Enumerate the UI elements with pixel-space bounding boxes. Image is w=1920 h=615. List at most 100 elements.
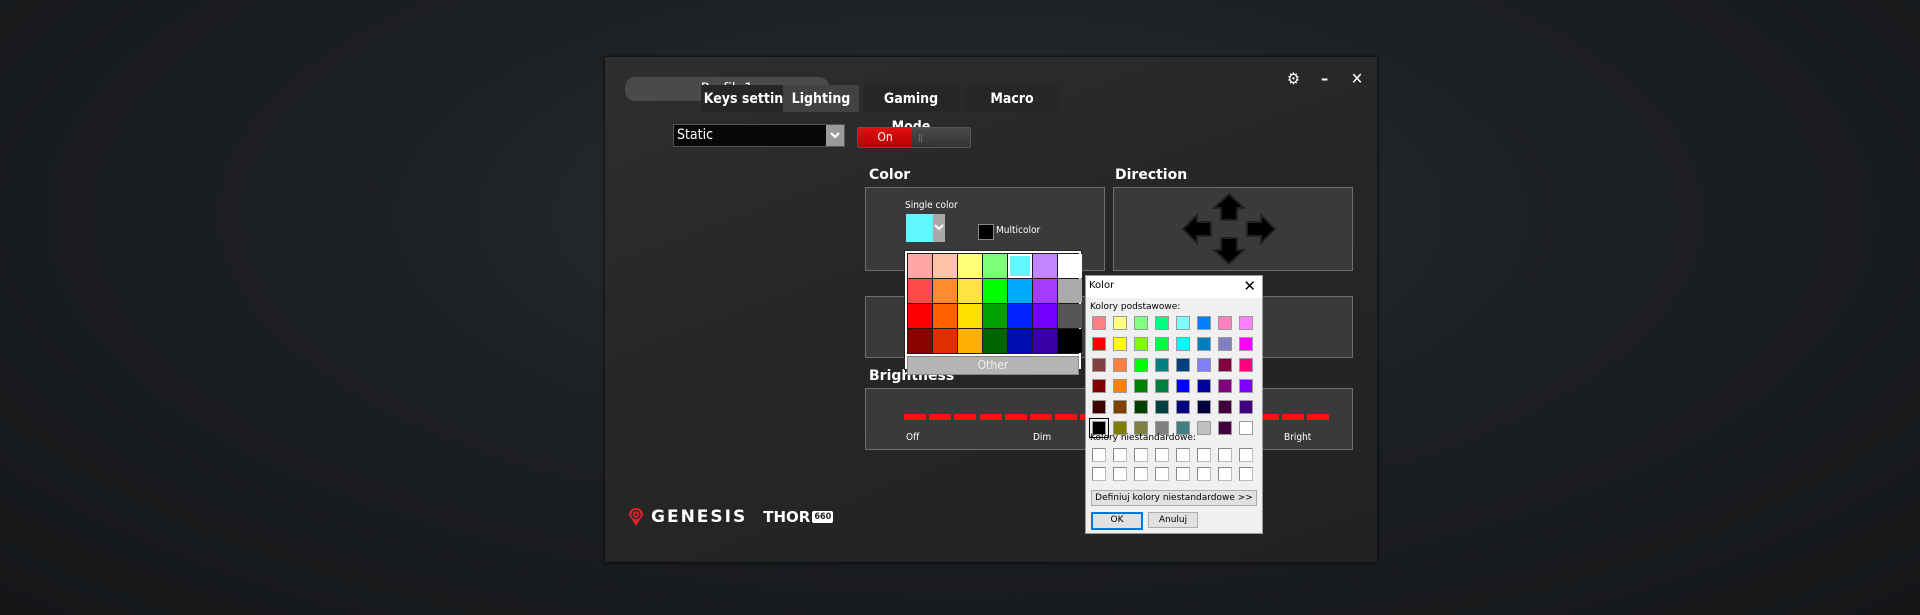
palette-color-swatch[interactable] [933, 304, 957, 328]
palette-color-swatch[interactable] [908, 329, 932, 353]
settings-gear-icon[interactable]: ⚙ [1287, 69, 1300, 88]
basic-color-swatch[interactable] [1155, 337, 1169, 351]
custom-color-slot[interactable] [1218, 448, 1232, 462]
custom-color-slot[interactable] [1113, 467, 1127, 481]
basic-color-swatch[interactable] [1239, 358, 1253, 372]
basic-color-swatch[interactable] [1113, 358, 1127, 372]
basic-color-swatch[interactable] [1218, 358, 1232, 372]
brightness-segment[interactable] [904, 414, 926, 420]
palette-color-swatch[interactable] [1033, 329, 1057, 353]
custom-color-slot[interactable] [1092, 448, 1106, 462]
basic-color-swatch[interactable] [1239, 316, 1253, 330]
custom-color-slot[interactable] [1176, 448, 1190, 462]
custom-color-slot[interactable] [1176, 467, 1190, 481]
brightness-segment[interactable] [1004, 414, 1027, 420]
basic-color-swatch[interactable] [1113, 400, 1127, 414]
custom-color-slot[interactable] [1134, 467, 1148, 481]
basic-color-swatch[interactable] [1197, 316, 1211, 330]
tab-macro[interactable]: Macro [965, 85, 1059, 112]
custom-color-slot[interactable] [1218, 467, 1232, 481]
basic-color-swatch[interactable] [1176, 337, 1190, 351]
cancel-button[interactable]: Anuluj [1148, 512, 1198, 528]
lighting-power-toggle[interactable]: On || [857, 127, 971, 148]
palette-color-swatch[interactable] [908, 304, 932, 328]
tab-lighting[interactable]: Lighting [783, 85, 859, 112]
basic-color-swatch[interactable] [1134, 379, 1148, 393]
basic-color-swatch[interactable] [1113, 379, 1127, 393]
palette-color-swatch[interactable] [1008, 304, 1032, 328]
palette-color-swatch[interactable] [1008, 279, 1032, 303]
basic-color-swatch[interactable] [1134, 337, 1148, 351]
basic-color-swatch[interactable] [1155, 379, 1169, 393]
multicolor-checkbox[interactable] [978, 224, 994, 240]
minimize-icon[interactable]: – [1321, 69, 1328, 88]
palette-color-swatch[interactable] [983, 329, 1007, 353]
close-icon[interactable]: ✕ [1243, 277, 1256, 295]
custom-color-slot[interactable] [1155, 448, 1169, 462]
basic-color-swatch[interactable] [1176, 400, 1190, 414]
palette-color-swatch[interactable] [983, 254, 1007, 278]
lighting-mode-select[interactable]: Static [673, 124, 845, 147]
basic-color-swatch[interactable] [1197, 337, 1211, 351]
basic-color-swatch[interactable] [1197, 379, 1211, 393]
custom-color-slot[interactable] [1155, 467, 1169, 481]
basic-color-swatch[interactable] [1218, 421, 1232, 435]
palette-color-swatch[interactable] [1058, 279, 1082, 303]
basic-color-swatch[interactable] [1113, 316, 1127, 330]
chevron-down-icon[interactable] [933, 214, 945, 242]
ok-button[interactable]: OK [1091, 512, 1143, 530]
chevron-down-icon[interactable] [826, 125, 844, 146]
custom-color-slot[interactable] [1134, 448, 1148, 462]
custom-color-slot[interactable] [1197, 467, 1211, 481]
brightness-segment[interactable] [979, 414, 1002, 420]
palette-color-swatch[interactable] [983, 279, 1007, 303]
tab-keys-setting[interactable]: Keys setting [701, 85, 795, 112]
palette-color-swatch[interactable] [933, 254, 957, 278]
brightness-segment[interactable] [929, 414, 952, 420]
basic-color-swatch[interactable] [1134, 358, 1148, 372]
palette-color-swatch[interactable] [933, 279, 957, 303]
basic-color-swatch[interactable] [1155, 358, 1169, 372]
basic-color-swatch[interactable] [1218, 400, 1232, 414]
brightness-segment[interactable] [954, 414, 977, 420]
palette-color-swatch[interactable] [1033, 304, 1057, 328]
brightness-segment[interactable] [1030, 414, 1052, 420]
palette-color-swatch[interactable] [1008, 329, 1032, 353]
basic-color-swatch[interactable] [1218, 316, 1232, 330]
basic-color-swatch[interactable] [1218, 379, 1232, 393]
palette-color-swatch[interactable] [933, 329, 957, 353]
basic-color-swatch[interactable] [1218, 337, 1232, 351]
brightness-segment[interactable] [1307, 414, 1330, 420]
palette-color-swatch[interactable] [1058, 254, 1082, 278]
basic-color-swatch[interactable] [1092, 316, 1106, 330]
palette-color-swatch[interactable] [1058, 304, 1082, 328]
basic-color-swatch[interactable] [1134, 400, 1148, 414]
basic-color-swatch[interactable] [1092, 379, 1106, 393]
basic-color-swatch[interactable] [1176, 379, 1190, 393]
palette-color-swatch[interactable] [1008, 254, 1032, 278]
basic-color-swatch[interactable] [1197, 400, 1211, 414]
palette-color-swatch[interactable] [958, 304, 982, 328]
basic-color-swatch[interactable] [1176, 358, 1190, 372]
basic-color-swatch[interactable] [1092, 400, 1106, 414]
brightness-segment[interactable] [1055, 414, 1078, 420]
palette-color-swatch[interactable] [1058, 329, 1082, 353]
basic-color-swatch[interactable] [1134, 316, 1148, 330]
basic-color-swatch[interactable] [1113, 337, 1127, 351]
palette-color-swatch[interactable] [958, 254, 982, 278]
basic-color-swatch[interactable] [1197, 358, 1211, 372]
palette-color-swatch[interactable] [908, 254, 932, 278]
basic-color-swatch[interactable] [1239, 337, 1253, 351]
palette-color-swatch[interactable] [958, 329, 982, 353]
palette-color-swatch[interactable] [983, 304, 1007, 328]
basic-color-swatch[interactable] [1176, 316, 1190, 330]
palette-color-swatch[interactable] [1033, 254, 1057, 278]
basic-color-swatch[interactable] [1155, 400, 1169, 414]
basic-color-swatch[interactable] [1239, 400, 1253, 414]
basic-color-swatch[interactable] [1197, 421, 1211, 435]
custom-color-slot[interactable] [1239, 448, 1253, 462]
tab-gaming-mode[interactable]: Gaming Mode [863, 85, 959, 135]
basic-color-swatch[interactable] [1239, 379, 1253, 393]
basic-color-swatch[interactable] [1155, 316, 1169, 330]
palette-color-swatch[interactable] [1033, 279, 1057, 303]
